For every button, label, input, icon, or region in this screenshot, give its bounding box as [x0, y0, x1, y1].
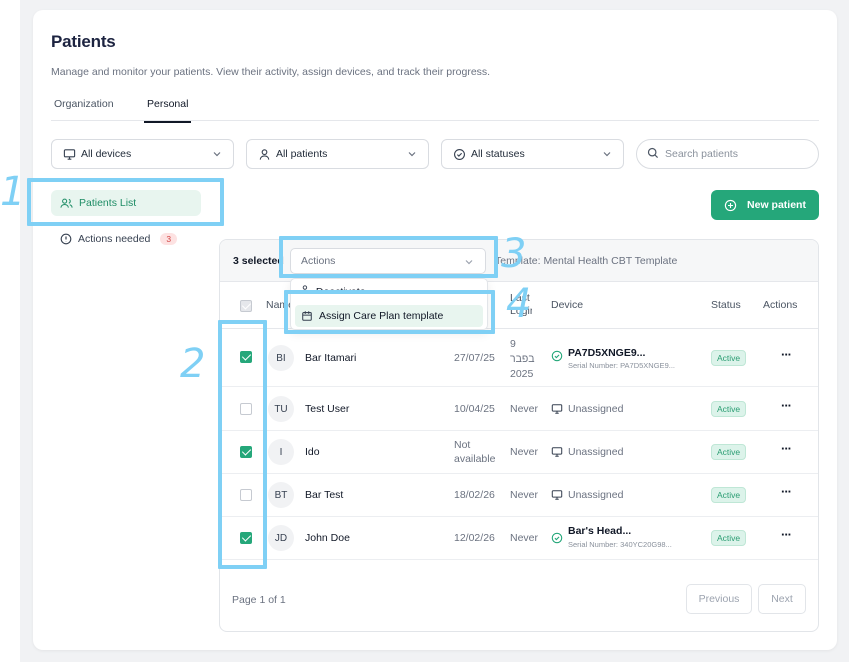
header-actions: Actions	[763, 299, 798, 311]
tab-organization[interactable]: Organization	[54, 98, 114, 110]
device-name: Bar's Head...	[568, 525, 632, 537]
annotation-number-1: 1	[0, 169, 26, 215]
patient-name[interactable]: Bar Test	[305, 489, 343, 501]
status-badge: Active	[711, 444, 747, 460]
avatar: BI	[268, 345, 294, 371]
page-margin	[0, 0, 20, 662]
table-row[interactable]: TU Test User 10/04/25 Never Unassigned A…	[220, 388, 818, 431]
info-icon	[60, 233, 72, 245]
annotation-number-4: 4	[506, 281, 532, 327]
chevron-down-icon	[406, 148, 418, 160]
statuses-filter[interactable]: All statuses	[441, 139, 624, 169]
last-login-value: Never	[510, 489, 539, 501]
monitor-icon	[551, 446, 563, 461]
check-circle-icon	[551, 350, 563, 365]
monitor-icon	[551, 489, 563, 504]
highlight-box-2	[218, 320, 267, 569]
search-box	[636, 139, 819, 169]
sidebar-item-label: Actions needed	[78, 233, 151, 245]
highlight-box-4	[284, 290, 495, 334]
statuses-filter-label: All statuses	[471, 148, 525, 160]
monitor-icon	[62, 147, 76, 161]
tab-bar: Organization Personal	[51, 96, 819, 123]
page-title: Patients	[51, 32, 116, 51]
check-circle-icon	[551, 532, 563, 547]
patients-filter-label: All patients	[276, 148, 328, 160]
date-value: Not available	[454, 439, 496, 465]
patient-name[interactable]: Bar Itamari	[305, 352, 356, 364]
date-value: 18/02/26	[454, 489, 495, 501]
avatar: I	[268, 439, 294, 465]
page-indicator: Page 1 of 1	[232, 594, 286, 606]
status-badge: Active	[711, 350, 747, 366]
devices-filter[interactable]: All devices	[51, 139, 234, 169]
annotation-number-2: 2	[180, 341, 206, 387]
table-row[interactable]: I Ido Not available Never Unassigned Act…	[220, 431, 818, 474]
count-badge: 3	[160, 233, 178, 245]
status-badge: Active	[711, 530, 747, 546]
patient-name[interactable]: Test User	[305, 403, 349, 415]
tab-personal[interactable]: Personal	[144, 98, 192, 123]
avatar: JD	[268, 525, 294, 551]
device-name: Unassigned	[568, 446, 624, 458]
next-button[interactable]: Next	[758, 584, 806, 614]
monitor-icon	[551, 403, 563, 418]
device-serial: Serial Number: 340YC20G98...	[568, 540, 672, 549]
patient-name[interactable]: John Doe	[305, 532, 350, 544]
search-input[interactable]	[665, 148, 805, 160]
annotation-number-3: 3	[501, 231, 527, 277]
last-login-value: Never	[510, 446, 539, 458]
row-actions-button[interactable]: ···	[781, 441, 792, 456]
table-row[interactable]: JD John Doe 12/02/26 Never Bar's Head...…	[220, 517, 818, 560]
device-name: Unassigned	[568, 403, 624, 415]
status-badge: Active	[711, 401, 747, 417]
select-all-checkbox[interactable]	[240, 300, 252, 312]
new-patient-button[interactable]: New patient	[711, 190, 819, 220]
devices-filter-label: All devices	[81, 148, 132, 160]
row-actions-button[interactable]: ···	[781, 398, 792, 413]
avatar: TU	[268, 396, 294, 422]
sidebar-item-actions-needed[interactable]: Actions needed 3	[51, 228, 201, 250]
user-icon	[257, 147, 271, 161]
row-actions-button[interactable]: ···	[781, 484, 792, 499]
patients-filter[interactable]: All patients	[246, 139, 429, 169]
patient-name[interactable]: Ido	[305, 446, 320, 458]
plus-circle-icon	[724, 199, 737, 212]
header-status: Status	[711, 299, 741, 311]
previous-button[interactable]: Previous	[686, 584, 752, 614]
highlight-box-1	[27, 178, 224, 226]
row-actions-button[interactable]: ···	[781, 527, 792, 542]
row-actions-button[interactable]: ···	[781, 347, 792, 362]
device-serial: Serial Number: PA7D5XNGE9...	[568, 361, 675, 370]
new-patient-label: New patient	[747, 199, 806, 211]
selected-count: 3 selected	[233, 255, 284, 267]
date-value: 10/04/25	[454, 403, 495, 415]
table-row[interactable]: BI Bar Itamari 27/07/25 9 בפבר 2025 PA7D…	[220, 330, 818, 387]
search-icon	[647, 147, 659, 162]
pagination: Page 1 of 1 Previous Next	[220, 580, 818, 630]
table-row[interactable]: BT Bar Test 18/02/26 Never Unassigned Ac…	[220, 474, 818, 517]
chevron-down-icon	[211, 148, 223, 160]
avatar: BT	[268, 482, 294, 508]
device-name: Unassigned	[568, 489, 624, 501]
status-badge: Active	[711, 487, 747, 503]
check-circle-icon	[452, 147, 466, 161]
device-name: PA7D5XNGE9...	[568, 347, 646, 359]
last-login-value: 9 בפבר 2025	[510, 338, 535, 380]
header-device: Device	[551, 299, 584, 311]
highlight-box-3	[279, 236, 498, 278]
page-subtitle: Manage and monitor your patients. View t…	[51, 66, 491, 78]
date-value: 27/07/25	[454, 352, 495, 364]
chevron-down-icon	[601, 148, 613, 160]
last-login-value: Never	[510, 532, 539, 544]
date-value: 12/02/26	[454, 532, 495, 544]
last-login-value: Never	[510, 403, 539, 415]
